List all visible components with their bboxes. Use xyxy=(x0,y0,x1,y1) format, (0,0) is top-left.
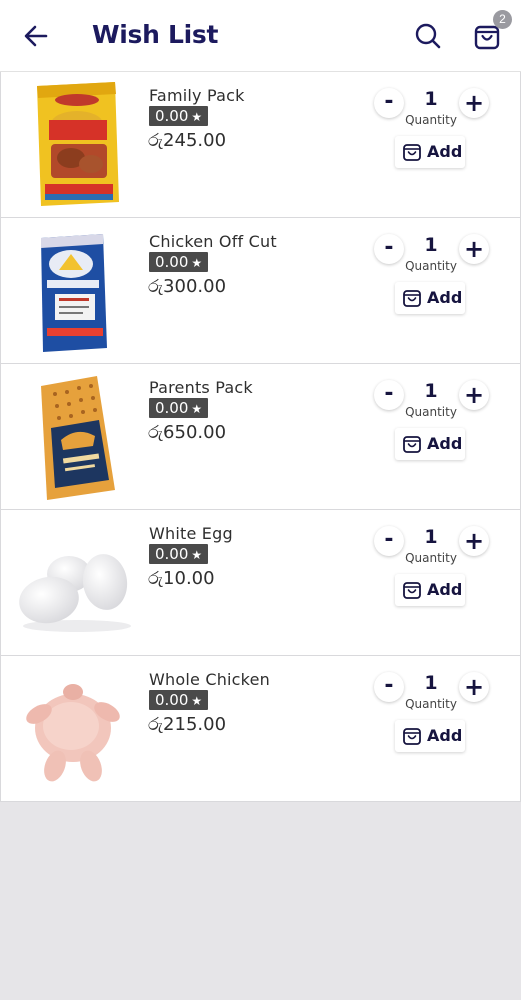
star-icon: ★ xyxy=(191,110,203,124)
whole-chicken-image xyxy=(26,684,120,782)
increase-quantity-button[interactable]: + xyxy=(459,526,489,556)
rating-value: 0.00 xyxy=(155,107,189,125)
add-to-cart-button[interactable]: Add xyxy=(395,136,465,168)
rating-value: 0.00 xyxy=(155,399,189,417)
increase-quantity-button[interactable]: + xyxy=(459,380,489,410)
list-item: White Egg 0.00 ★ රු10.00 - 1 + Quantity A… xyxy=(0,510,521,656)
product-name[interactable]: Chicken Off Cut xyxy=(149,232,277,251)
search-icon xyxy=(415,23,441,49)
shopping-bag-icon xyxy=(403,290,421,307)
quantity-value: 1 xyxy=(424,526,438,548)
quantity-label: Quantity xyxy=(405,113,457,127)
product-image[interactable] xyxy=(11,224,136,358)
shopping-bag-icon xyxy=(403,582,421,599)
product-image[interactable] xyxy=(11,662,136,796)
rating-badge: 0.00 ★ xyxy=(149,690,209,710)
page-title: Wish List xyxy=(92,20,219,49)
quantity-value: 1 xyxy=(424,672,438,694)
rating-badge: 0.00 ★ xyxy=(149,544,209,564)
quantity-label: Quantity xyxy=(405,551,457,565)
chicken-family-pack-image xyxy=(37,82,119,206)
rating-value: 0.00 xyxy=(155,691,189,709)
product-price: රු300.00 xyxy=(148,276,227,297)
increase-quantity-button[interactable]: + xyxy=(459,234,489,264)
add-label: Add xyxy=(427,726,463,745)
parents-pack-image xyxy=(41,376,115,500)
shopping-bag-icon xyxy=(403,144,421,161)
product-image[interactable] xyxy=(11,78,136,212)
quantity-label: Quantity xyxy=(405,405,457,419)
search-button[interactable] xyxy=(412,20,444,52)
product-image[interactable] xyxy=(11,516,136,650)
add-label: Add xyxy=(427,580,463,599)
rating-badge: 0.00 ★ xyxy=(149,398,209,418)
product-name[interactable]: Family Pack xyxy=(149,86,245,105)
product-name[interactable]: Whole Chicken xyxy=(149,670,270,689)
increase-quantity-button[interactable]: + xyxy=(459,672,489,702)
back-button[interactable] xyxy=(20,20,52,52)
shopping-bag-icon xyxy=(403,436,421,453)
add-label: Add xyxy=(427,288,463,307)
app-bar: Wish List 2 xyxy=(0,0,521,72)
product-name[interactable]: White Egg xyxy=(149,524,233,543)
add-to-cart-button[interactable]: Add xyxy=(395,720,465,752)
add-to-cart-button[interactable]: Add xyxy=(395,574,465,606)
chicken-off-cut-image xyxy=(41,234,107,352)
quantity-label: Quantity xyxy=(405,259,457,273)
product-price: රු245.00 xyxy=(148,130,227,151)
star-icon: ★ xyxy=(191,256,203,270)
add-to-cart-button[interactable]: Add xyxy=(395,428,465,460)
list-item: Parents Pack 0.00 ★ රු650.00 - 1 + Quanti… xyxy=(0,364,521,510)
add-label: Add xyxy=(427,142,463,161)
arrow-left-icon xyxy=(24,25,48,47)
quantity-value: 1 xyxy=(424,88,438,110)
rating-value: 0.00 xyxy=(155,253,189,271)
rating-badge: 0.00 ★ xyxy=(149,106,209,126)
star-icon: ★ xyxy=(191,548,203,562)
increase-quantity-button[interactable]: + xyxy=(459,88,489,118)
quantity-value: 1 xyxy=(424,380,438,402)
product-price: රු215.00 xyxy=(148,714,227,735)
quantity-label: Quantity xyxy=(405,697,457,711)
list-item: Family Pack 0.00 ★ රු245.00 - 1 + Quantit… xyxy=(0,72,521,218)
product-name[interactable]: Parents Pack xyxy=(149,378,253,397)
quantity-value: 1 xyxy=(424,234,438,256)
rating-value: 0.00 xyxy=(155,545,189,563)
product-price: රු10.00 xyxy=(148,568,215,589)
wishlist: Family Pack 0.00 ★ රු245.00 - 1 + Quantit… xyxy=(0,72,521,802)
cart-count-badge: 2 xyxy=(493,10,512,29)
add-to-cart-button[interactable]: Add xyxy=(395,282,465,314)
white-eggs-image xyxy=(19,554,131,632)
add-label: Add xyxy=(427,434,463,453)
product-image[interactable] xyxy=(11,370,136,504)
list-item: Whole Chicken 0.00 ★ රු215.00 - 1 + Quant… xyxy=(0,656,521,802)
star-icon: ★ xyxy=(191,402,203,416)
star-icon: ★ xyxy=(191,694,203,708)
list-item: Chicken Off Cut 0.00 ★ රු300.00 - 1 + Qua… xyxy=(0,218,521,364)
shopping-bag-icon xyxy=(403,728,421,745)
rating-badge: 0.00 ★ xyxy=(149,252,209,272)
product-price: රු650.00 xyxy=(148,422,227,443)
